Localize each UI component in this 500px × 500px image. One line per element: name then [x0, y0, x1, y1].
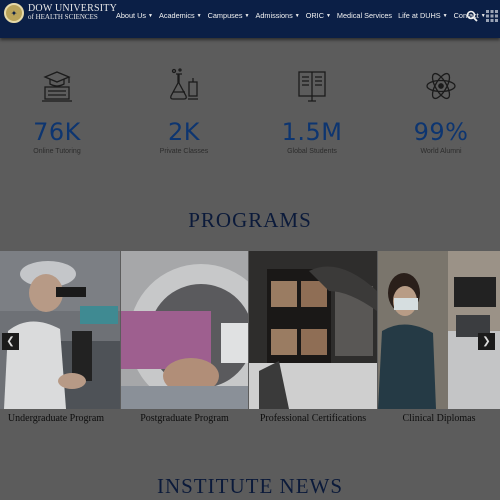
postgraduate-program-image	[121, 251, 248, 409]
stat-value: 2K	[167, 118, 200, 146]
stat-label: Global Students	[287, 148, 337, 155]
stat-value: 1.5M	[281, 118, 343, 146]
undergraduate-program-image	[0, 251, 120, 409]
atom-icon	[426, 72, 456, 100]
program-card-postgraduate[interactable]	[121, 251, 248, 409]
stat-label: World Alumni	[420, 148, 462, 155]
menu-about-us[interactable]: About Us ▼	[116, 11, 153, 20]
chevron-down-icon: ▼	[294, 13, 300, 19]
professional-certifications-image	[249, 251, 377, 409]
menu-admissions[interactable]: Admissions ▼	[255, 11, 299, 20]
program-caption-professional[interactable]: Professional Certifications	[249, 413, 377, 424]
stat-label: Online Tutoring	[33, 148, 81, 155]
program-card-undergraduate[interactable]	[0, 251, 120, 409]
program-card-clinical[interactable]	[378, 251, 500, 409]
menu-campuses[interactable]: Campuses ▼	[208, 11, 250, 20]
science-flask-icon	[170, 68, 198, 100]
stat-label: Private Classes	[159, 148, 209, 155]
news-title: INSTITUTE NEWS	[156, 474, 344, 498]
program-caption-postgraduate[interactable]: Postgraduate Program	[121, 413, 248, 424]
main-menu: About Us ▼ Academics ▼ Campuses ▼ Admission…	[116, 11, 492, 20]
chevron-left-icon: ❮	[6, 336, 15, 347]
stat-private-classes: 2K Private Classes	[129, 68, 239, 155]
search-icon[interactable]	[466, 10, 478, 22]
menu-academics[interactable]: Academics ▼	[159, 11, 202, 20]
university-logo[interactable]: ✦ DOW UNIVERSITY of HEALTH SCIENCES	[4, 3, 117, 23]
open-book-icon	[298, 71, 326, 102]
logo-title: DOW UNIVERSITY	[28, 3, 117, 14]
menu-medical-services[interactable]: Medical Services	[337, 11, 392, 20]
chevron-down-icon: ▼	[480, 13, 486, 19]
university-seal-icon: ✦	[4, 3, 24, 23]
stat-world-alumni: 99% World Alumni	[386, 68, 496, 155]
program-caption-clinical[interactable]: Clinical Diplomas	[378, 413, 500, 424]
chevron-down-icon: ▼	[325, 13, 331, 19]
menu-life-at-duhs[interactable]: Life at DUHS ▼	[398, 11, 448, 20]
stat-value: 99%	[413, 118, 469, 146]
carousel-prev-button[interactable]: ❮	[2, 333, 19, 350]
carousel-next-button[interactable]: ❯	[478, 333, 495, 350]
logo-subtitle: of HEALTH SCIENCES	[28, 13, 98, 21]
chevron-down-icon: ▼	[148, 13, 153, 19]
grid-icon[interactable]	[486, 10, 498, 22]
stat-online-tutoring: 76K Online Tutoring	[2, 68, 112, 155]
stat-global-students: 1.5M Global Students	[257, 68, 367, 155]
chevron-down-icon: ▼	[244, 13, 250, 19]
stat-value: 76K	[33, 118, 81, 146]
clinical-diplomas-image	[378, 251, 500, 409]
program-caption-undergraduate[interactable]: Undergraduate Program	[0, 413, 112, 424]
top-navbar: ✦ DOW UNIVERSITY of HEALTH SCIENCES Abou…	[0, 0, 500, 38]
menu-oric[interactable]: ORIC ▼	[306, 11, 331, 20]
program-card-professional[interactable]	[249, 251, 377, 409]
chevron-right-icon: ❯	[482, 336, 491, 347]
chevron-down-icon: ▼	[442, 13, 448, 19]
graduation-cap-laptop-icon	[42, 71, 72, 102]
chevron-down-icon: ▼	[196, 13, 202, 19]
programs-title: PROGRAMS	[188, 208, 312, 232]
